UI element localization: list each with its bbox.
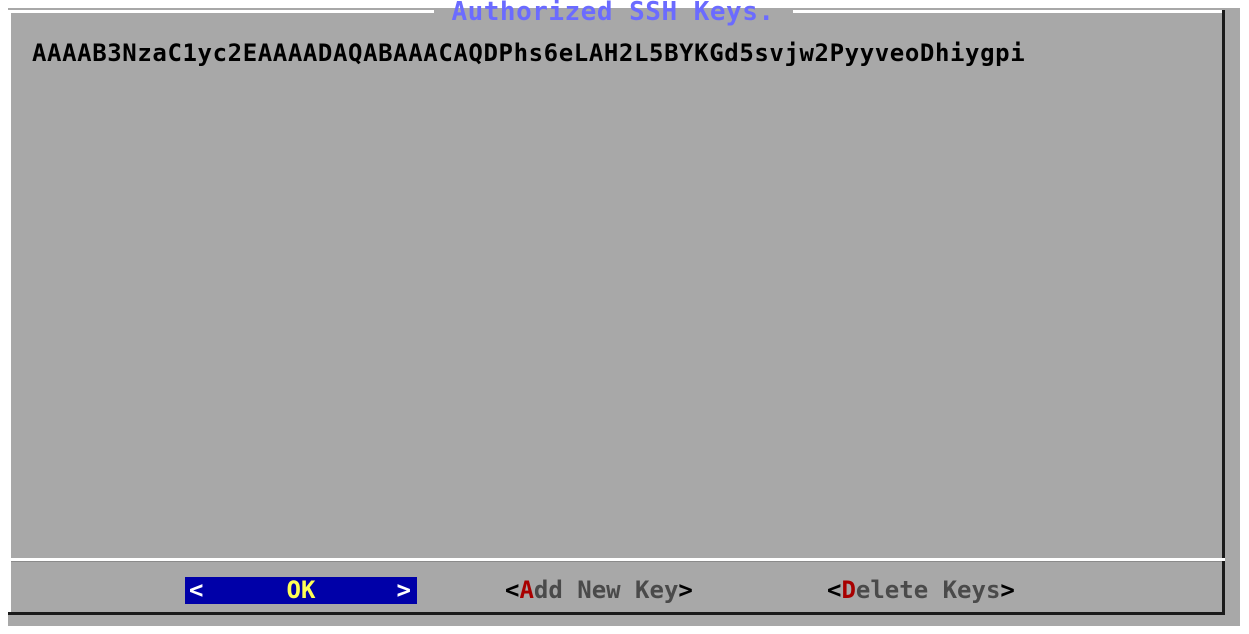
key-list[interactable]: AAAAB3NzaC1yc2EAAAADAQABAAACAQDPhs6eLAH2… [32, 36, 1212, 546]
frame-left [8, 10, 11, 615]
add-left-bracket: < [505, 576, 520, 604]
add-hotkey: A [519, 576, 534, 604]
delete-left-bracket: < [827, 576, 842, 604]
ok-button[interactable]: < OK > [185, 577, 417, 604]
key-list-item[interactable]: AAAAB3NzaC1yc2EAAAADAQABAAACAQDPhs6eLAH2… [32, 36, 1212, 70]
delete-label: elete Keys [855, 576, 1001, 604]
add-label: dd New Key [533, 576, 679, 604]
frame-right [1222, 10, 1225, 615]
delete-hotkey: D [841, 576, 856, 604]
frame-top-left [8, 10, 434, 13]
add-right-bracket: > [678, 576, 693, 604]
button-bar: < OK > <Add New Key> <Delete Keys> [11, 562, 1222, 612]
ok-right-bracket: > [396, 576, 411, 604]
dialog-title: Authorized SSH Keys. [451, 0, 775, 27]
delete-right-bracket: > [1000, 576, 1015, 604]
frame-top-right [793, 10, 1225, 13]
ok-label: OK [286, 576, 316, 604]
add-new-key-button[interactable]: <Add New Key> [505, 577, 693, 604]
delete-keys-button[interactable]: <Delete Keys> [827, 577, 1015, 604]
frame-bottom [8, 612, 1225, 615]
